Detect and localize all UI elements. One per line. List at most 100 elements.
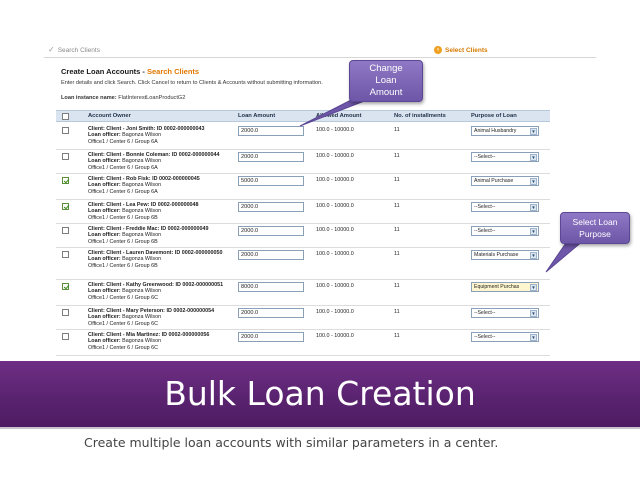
loan-amount-input[interactable]: 2000.0 — [238, 152, 304, 162]
loan-amount-input[interactable]: 8000.0 — [238, 282, 304, 292]
chevron-down-icon[interactable]: ▼ — [530, 204, 537, 211]
loan-amount-input[interactable]: 2000.0 — [238, 202, 304, 212]
officer-name: Bagonza Wilson — [122, 288, 162, 295]
purpose-value: --Select-- — [474, 334, 496, 340]
loan-amount-input[interactable]: 2000.0 — [238, 226, 304, 236]
chevron-down-icon[interactable]: ▼ — [530, 310, 537, 317]
step-search-clients: ✓ Search Clients — [48, 46, 100, 54]
table-row: Client: Client - Joni Smith: ID 0002-000… — [56, 124, 550, 150]
account-owner: Client: Client - Freddie Mac: ID 0002-00… — [88, 226, 238, 245]
loan-amount-input[interactable]: 2000.0 — [238, 126, 304, 136]
change-amount-callout: Change Loan Amount — [349, 60, 423, 102]
callout2-line1: Select Loan — [572, 217, 618, 227]
chevron-down-icon[interactable]: ▼ — [530, 252, 537, 259]
allowed-amount: 100.0 - 10000.0 — [316, 203, 354, 209]
client-name: Client: Client - Bonnie Coleman: ID 0002… — [88, 152, 220, 158]
installments: 11 — [394, 333, 400, 339]
banner-title: Bulk Loan Creation — [164, 374, 476, 413]
table-row: Client: Client - Lea Pew: ID 0002-000000… — [56, 200, 550, 224]
office-path: Office1 / Center 6 / Group 6C — [88, 294, 159, 301]
row-checkbox[interactable] — [62, 203, 69, 210]
account-owner: Client: Client - Lea Pew: ID 0002-000000… — [88, 202, 238, 221]
chevron-down-icon[interactable]: ▼ — [530, 284, 537, 291]
row-checkbox[interactable] — [62, 153, 69, 160]
loan-amount-input[interactable]: 5000.0 — [238, 176, 304, 186]
purpose-select[interactable]: Equipment Purchas ▼ — [471, 282, 539, 292]
officer-name: Bagonza Wilson — [122, 132, 162, 139]
client-name: Client: Client - Mary Peterson: ID 0002-… — [88, 308, 215, 314]
table-row: Client: Client - Bonnie Coleman: ID 0002… — [56, 150, 550, 174]
table-row: Client: Client - Mia Martinez: ID 0002-0… — [56, 330, 550, 356]
row-checkbox[interactable] — [62, 177, 69, 184]
office-path: Office1 / Center 6 / Group 6A — [88, 188, 158, 195]
purpose-value: Equipment Purchas — [474, 284, 520, 290]
client-name: Client: Client - Freddie Mac: ID 0002-00… — [88, 226, 209, 232]
office-path: Office1 / Center 6 / Group 6B — [88, 214, 158, 221]
purpose-value: Materials Purchase — [474, 252, 519, 258]
page-title-main: Create Loan Accounts - — [61, 67, 147, 76]
purpose-select[interactable]: --Select-- ▼ — [471, 226, 539, 236]
installments: 11 — [394, 127, 400, 133]
officer-label: Loan officer: — [88, 338, 121, 345]
row-checkbox[interactable] — [62, 251, 69, 258]
officer-name: Bagonza Wilson — [122, 232, 162, 239]
office-path: Office1 / Center 6 / Group 6C — [88, 344, 159, 351]
account-owner: Client: Client - Lauren Davemont: ID 000… — [88, 250, 238, 269]
client-name: Client: Client - Mia Martinez: ID 0002-0… — [88, 332, 210, 338]
allowed-amount: 100.0 - 10000.0 — [316, 333, 354, 339]
installments: 11 — [394, 283, 400, 289]
header-installments: No. of installments — [394, 113, 446, 119]
client-name: Client: Client - Kathy Greenwood: ID 000… — [88, 282, 224, 288]
allowed-amount: 100.0 - 10000.0 — [316, 177, 354, 183]
purpose-select[interactable]: Animal Purchase ▼ — [471, 176, 539, 186]
officer-name: Bagonza Wilson — [122, 158, 162, 165]
purpose-value: --Select-- — [474, 310, 496, 316]
purpose-value: --Select-- — [474, 228, 496, 234]
account-owner: Client: Client - Mia Martinez: ID 0002-0… — [88, 332, 238, 351]
row-checkbox[interactable] — [62, 333, 69, 340]
chevron-down-icon[interactable]: ▼ — [530, 128, 537, 135]
allowed-amount: 100.0 - 10000.0 — [316, 309, 354, 315]
header-allowed-amount: Allowed Amount — [316, 113, 362, 119]
table-header: Account Owner Loan Amount Allowed Amount… — [56, 110, 550, 122]
chevron-down-icon[interactable]: ▼ — [530, 228, 537, 235]
office-path: Office1 / Center 6 / Group 6A — [88, 164, 158, 171]
row-checkbox[interactable] — [62, 309, 69, 316]
row-checkbox[interactable] — [62, 127, 69, 134]
loan-amount-input[interactable]: 2000.0 — [238, 250, 304, 260]
loan-amount-input[interactable]: 2000.0 — [238, 308, 304, 318]
chevron-down-icon[interactable]: ▼ — [530, 178, 537, 185]
purpose-select[interactable]: Animal Husbandry ▼ — [471, 126, 539, 136]
purpose-value: --Select-- — [474, 204, 496, 210]
callout1-line1: Change — [369, 63, 403, 74]
purpose-select[interactable]: --Select-- ▼ — [471, 332, 539, 342]
officer-name: Bagonza Wilson — [122, 314, 162, 321]
row-checkbox[interactable] — [62, 283, 69, 290]
purpose-select[interactable]: --Select-- ▼ — [471, 202, 539, 212]
installments: 11 — [394, 177, 400, 183]
page-title: Create Loan Accounts - Search Clients — [61, 67, 199, 76]
officer-label: Loan officer: — [88, 232, 121, 239]
chevron-down-icon[interactable]: ▼ — [530, 154, 537, 161]
chevron-down-icon[interactable]: ▼ — [530, 334, 537, 341]
table-row: Client: Client - Mary Peterson: ID 0002-… — [56, 306, 550, 330]
step1-label: Search Clients — [57, 46, 100, 54]
purpose-select[interactable]: --Select-- ▼ — [471, 152, 539, 162]
purpose-select[interactable]: --Select-- ▼ — [471, 308, 539, 318]
office-path: Office1 / Center 6 / Group 6B — [88, 238, 158, 245]
row-checkbox[interactable] — [62, 227, 69, 234]
allowed-amount: 100.0 - 10000.0 — [316, 127, 354, 133]
installments: 11 — [394, 153, 400, 159]
officer-name: Bagonza Wilson — [122, 182, 162, 189]
check-icon: ✓ — [48, 45, 55, 54]
loan-amount-input[interactable]: 2000.0 — [238, 332, 304, 342]
office-path: Office1 / Center 6 / Group 6C — [88, 320, 159, 327]
table-row: Client: Client - Freddie Mac: ID 0002-00… — [56, 224, 550, 248]
select-all-checkbox[interactable] — [62, 113, 69, 120]
allowed-amount: 100.0 - 10000.0 — [316, 153, 354, 159]
officer-label: Loan officer: — [88, 158, 121, 165]
purpose-value: Animal Purchase — [474, 178, 514, 184]
header-account-owner: Account Owner — [88, 113, 131, 119]
officer-label: Loan officer: — [88, 132, 121, 139]
purpose-select[interactable]: Materials Purchase ▼ — [471, 250, 539, 260]
